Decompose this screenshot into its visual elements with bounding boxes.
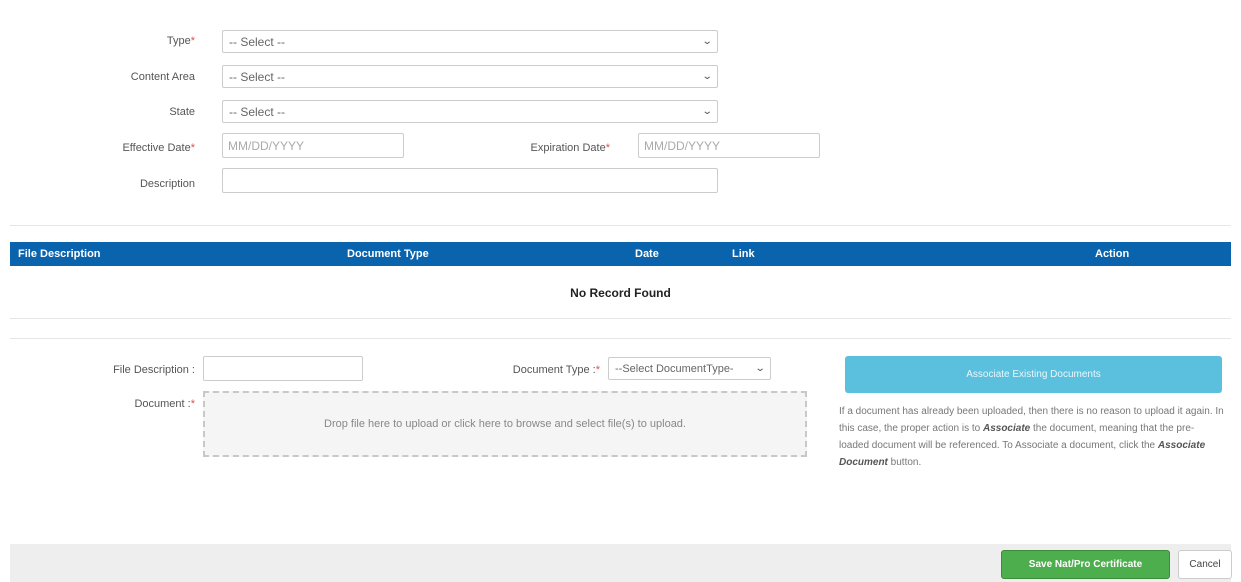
chevron-down-icon: ⌄ [701, 36, 713, 47]
content-area-label: Content Area [130, 71, 195, 83]
empty-table-message: No Record Found [570, 286, 671, 300]
expiration-date-input[interactable]: MM/DD/YYYY [638, 133, 820, 158]
column-file-description: File Description [18, 248, 101, 260]
divider [10, 225, 1231, 226]
content-area-select[interactable]: -- Select -- ⌄ [222, 65, 718, 88]
expiration-date-label: Expiration Date* [530, 142, 611, 154]
document-type-select[interactable]: --Select DocumentType- ⌄ [608, 357, 771, 380]
effective-date-label: Effective Date* [122, 142, 195, 154]
document-type-label: Document Type :* [512, 364, 600, 376]
divider [10, 318, 1231, 319]
description-label: Description [139, 178, 195, 190]
effective-date-input[interactable]: MM/DD/YYYY [222, 133, 404, 158]
divider [10, 338, 1231, 339]
file-description-input[interactable] [203, 356, 363, 381]
description-input[interactable] [222, 168, 718, 193]
associate-existing-documents-button[interactable]: Associate Existing Documents [845, 356, 1222, 393]
chevron-down-icon: ⌄ [701, 106, 713, 117]
column-date: Date [635, 248, 659, 260]
column-link: Link [732, 248, 755, 260]
chevron-down-icon: ⌄ [754, 363, 766, 374]
type-label: Type* [166, 35, 195, 47]
column-action: Action [1095, 248, 1130, 260]
save-certificate-button[interactable]: Save Nat/Pro Certificate [1001, 550, 1170, 579]
table-header: File Description Document Type Date Link… [10, 242, 1231, 266]
file-dropzone[interactable]: Drop file here to upload or click here t… [203, 391, 807, 457]
file-description-label: File Description : [113, 364, 195, 376]
column-document-type: Document Type [347, 248, 429, 260]
chevron-down-icon: ⌄ [701, 71, 713, 82]
cancel-button[interactable]: Cancel [1178, 550, 1232, 579]
type-select[interactable]: -- Select -- ⌄ [222, 30, 718, 53]
state-select[interactable]: -- Select -- ⌄ [222, 100, 718, 123]
document-label: Document :* [134, 398, 195, 410]
associate-help-text: If a document has already been uploaded,… [839, 406, 1224, 468]
state-label: State [169, 106, 195, 118]
